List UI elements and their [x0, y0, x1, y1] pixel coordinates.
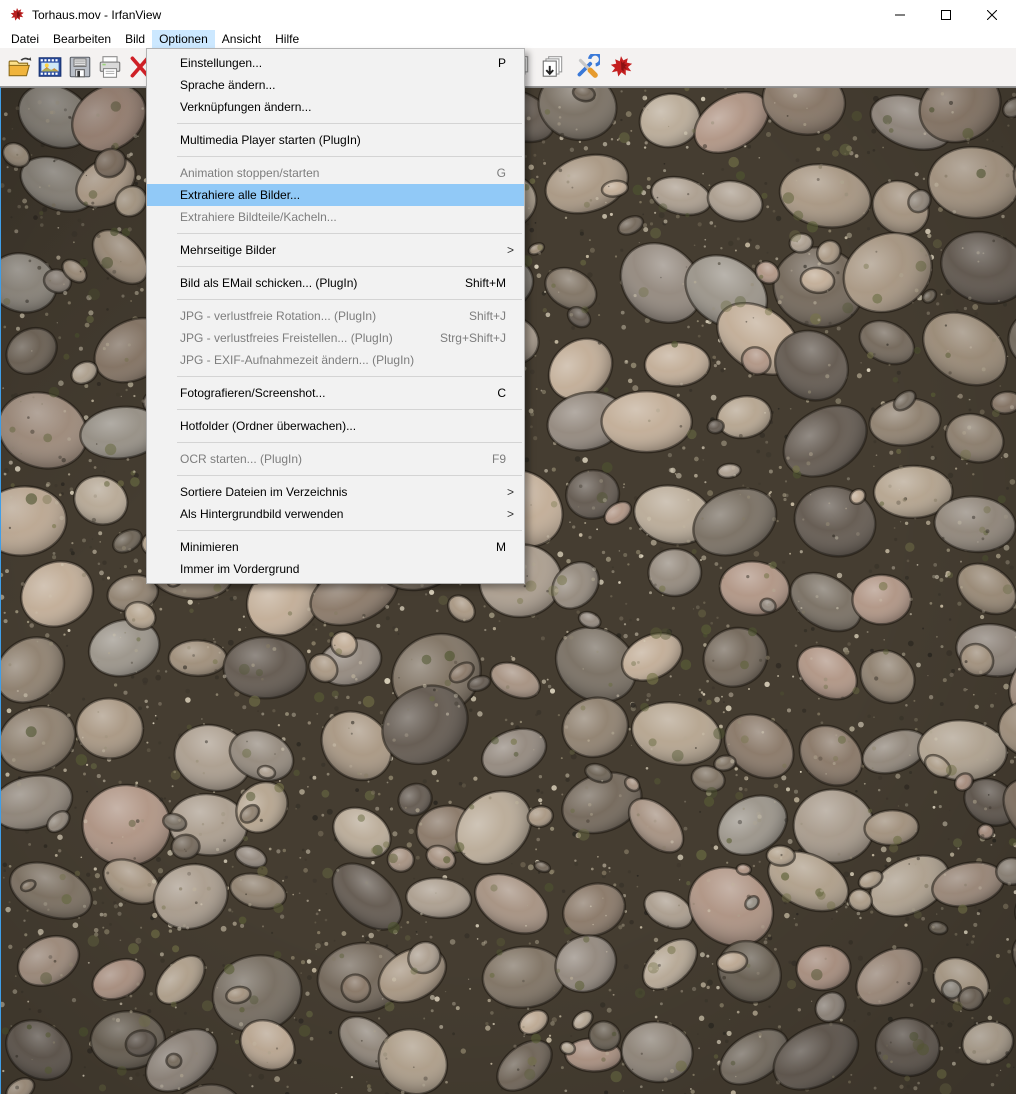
- menu-separator: [177, 233, 522, 234]
- menu-item-shortcut: Shift+M: [465, 276, 506, 290]
- submenu-arrow-icon: >: [504, 507, 514, 521]
- menu-item-mehrseitige-bilder[interactable]: Mehrseitige Bilder>: [147, 239, 524, 261]
- menu-separator: [177, 475, 522, 476]
- menu-item-label: OCR starten... (PlugIn): [180, 452, 492, 466]
- menu-item-label: Minimieren: [180, 540, 496, 554]
- menu-item-label: JPG - verlustfreie Rotation... (PlugIn): [180, 309, 469, 323]
- menu-item-ocr-starten-plugin: OCR starten... (PlugIn)F9: [147, 448, 524, 470]
- menu-item-sortiere-dateien-im-verzeichnis[interactable]: Sortiere Dateien im Verzeichnis>: [147, 481, 524, 503]
- irfanview-window: Torhaus.mov - IrfanView DateiBearbeitenB…: [0, 0, 1016, 1094]
- open-button[interactable]: [6, 53, 34, 81]
- print-icon: [97, 54, 123, 80]
- pages-down-icon: [540, 54, 566, 80]
- toolbar-left-group: [6, 53, 154, 81]
- menu-item-extrahiere-alle-bilder[interactable]: Extrahiere alle Bilder...: [147, 184, 524, 206]
- menu-item-als-hintergrundbild-verwenden[interactable]: Als Hintergrundbild verwenden>: [147, 503, 524, 525]
- menu-item-shortcut: Strg+Shift+J: [440, 331, 506, 345]
- window-title: Torhaus.mov - IrfanView: [32, 8, 161, 22]
- menu-item-label: Sortiere Dateien im Verzeichnis: [180, 485, 504, 499]
- menu-separator: [177, 442, 522, 443]
- menu-item-shortcut: F9: [492, 452, 506, 466]
- menubar-item-bearbeiten[interactable]: Bearbeiten: [46, 30, 118, 48]
- menu-item-animation-stoppen-starten: Animation stoppen/startenG: [147, 162, 524, 184]
- submenu-arrow-icon: >: [504, 243, 514, 257]
- menu-item-immer-im-vordergrund[interactable]: Immer im Vordergrund: [147, 558, 524, 580]
- settings-tools-icon: [574, 54, 600, 80]
- menu-item-label: Bild als EMail schicken... (PlugIn): [180, 276, 465, 290]
- menubar-item-datei[interactable]: Datei: [4, 30, 46, 48]
- menu-item-label: Einstellungen...: [180, 56, 498, 70]
- minimize-button[interactable]: [877, 0, 923, 30]
- menu-separator: [177, 409, 522, 410]
- slideshow-button[interactable]: [36, 53, 64, 81]
- menu-item-label: Multimedia Player starten (PlugIn): [180, 133, 514, 147]
- menu-item-label: Animation stoppen/starten: [180, 166, 497, 180]
- menu-item-label: Extrahiere alle Bilder...: [180, 188, 514, 202]
- irfanview-logo-icon: [608, 54, 634, 80]
- menu-item-label: Mehrseitige Bilder: [180, 243, 504, 257]
- save-icon: [67, 54, 93, 80]
- menubar-item-hilfe[interactable]: Hilfe: [268, 30, 306, 48]
- menu-item-extrahiere-bildteile-kacheln: Extrahiere Bildteile/Kacheln...: [147, 206, 524, 228]
- menu-item-label: JPG - verlustfreies Freistellen... (Plug…: [180, 331, 440, 345]
- menu-item-label: JPG - EXIF-Aufnahmezeit ändern... (PlugI…: [180, 353, 514, 367]
- menu-item-minimieren[interactable]: MinimierenM: [147, 536, 524, 558]
- menubar-item-bild[interactable]: Bild: [118, 30, 152, 48]
- menu-item-bild-als-email-schicken-plugin[interactable]: Bild als EMail schicken... (PlugIn)Shift…: [147, 272, 524, 294]
- menubar: DateiBearbeitenBildOptionenAnsichtHilfe: [0, 30, 1016, 48]
- menu-item-label: Sprache ändern...: [180, 78, 514, 92]
- menu-separator: [177, 156, 522, 157]
- menu-item-multimedia-player-starten-plugin[interactable]: Multimedia Player starten (PlugIn): [147, 129, 524, 151]
- menu-item-label: Fotografieren/Screenshot...: [180, 386, 497, 400]
- titlebar: Torhaus.mov - IrfanView: [0, 0, 1016, 30]
- optionen-menu: Einstellungen...P Sprache ändern... Verknü…: [146, 48, 525, 584]
- menu-item-jpg-verlustfreie-rotation-plugin: JPG - verlustfreie Rotation... (PlugIn)S…: [147, 305, 524, 327]
- slideshow-icon: [37, 54, 63, 80]
- menu-item-shortcut: Shift+J: [469, 309, 506, 323]
- menu-item-shortcut: P: [498, 56, 506, 70]
- menu-item-label: Verknüpfungen ändern...: [180, 100, 514, 114]
- menu-item-sprache-ändern[interactable]: Sprache ändern...: [147, 74, 524, 96]
- submenu-arrow-icon: >: [504, 485, 514, 499]
- menu-item-shortcut: C: [497, 386, 506, 400]
- menu-item-jpg-exif-aufnahmezeit-ändern-plugin: JPG - EXIF-Aufnahmezeit ändern... (PlugI…: [147, 349, 524, 371]
- menubar-item-optionen[interactable]: Optionen: [152, 30, 215, 48]
- menu-separator: [177, 530, 522, 531]
- menu-item-jpg-verlustfreies-freistellen-plugin: JPG - verlustfreies Freistellen... (Plug…: [147, 327, 524, 349]
- next-page-button[interactable]: [539, 53, 567, 81]
- menu-separator: [177, 123, 522, 124]
- menu-item-label: Als Hintergrundbild verwenden: [180, 507, 504, 521]
- save-button[interactable]: [66, 53, 94, 81]
- menu-item-hotfolder-ordner-überwachen[interactable]: Hotfolder (Ordner überwachen)...: [147, 415, 524, 437]
- about-button[interactable]: [607, 53, 635, 81]
- menu-item-shortcut: M: [496, 540, 506, 554]
- properties-button[interactable]: [573, 53, 601, 81]
- menu-separator: [177, 299, 522, 300]
- menu-item-label: Immer im Vordergrund: [180, 562, 514, 576]
- menu-item-einstellungen[interactable]: Einstellungen...P: [147, 52, 524, 74]
- menubar-item-ansicht[interactable]: Ansicht: [215, 30, 268, 48]
- menu-item-verknüpfungen-ändern[interactable]: Verknüpfungen ändern...: [147, 96, 524, 118]
- irfanview-logo-icon: [9, 7, 25, 23]
- menu-item-label: Hotfolder (Ordner überwachen)...: [180, 419, 514, 433]
- menu-separator: [177, 376, 522, 377]
- menu-separator: [177, 266, 522, 267]
- close-button[interactable]: [969, 0, 1015, 30]
- menu-item-label: Extrahiere Bildteile/Kacheln...: [180, 210, 514, 224]
- menu-item-fotografieren-screenshot[interactable]: Fotografieren/Screenshot...C: [147, 382, 524, 404]
- folder-open-icon: [7, 54, 33, 80]
- window-controls: [877, 0, 1015, 30]
- maximize-button[interactable]: [923, 0, 969, 30]
- print-button[interactable]: [96, 53, 124, 81]
- menu-item-shortcut: G: [497, 166, 506, 180]
